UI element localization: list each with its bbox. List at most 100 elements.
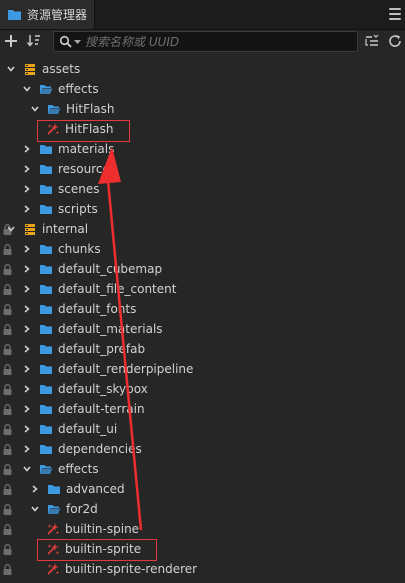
- effect-icon: [47, 523, 60, 535]
- tree-item-label: default_skybox: [58, 382, 148, 396]
- folder-icon: [8, 10, 21, 20]
- folder-icon: [40, 185, 52, 194]
- chevron-right-icon[interactable]: [23, 145, 31, 153]
- search-icon: [59, 35, 72, 48]
- tree-item-hitflash[interactable]: HitFlash: [0, 99, 405, 119]
- tree-item-advanced[interactable]: advanced: [0, 479, 405, 499]
- lock-icon: [3, 324, 12, 335]
- tree-item-label: scripts: [58, 202, 98, 216]
- chevron-down-icon[interactable]: [31, 105, 39, 113]
- tree-item-default-cubemap[interactable]: default_cubemap: [0, 259, 405, 279]
- chevron-down-icon[interactable]: [23, 85, 31, 93]
- search-input[interactable]: [81, 34, 345, 49]
- search-dropdown-icon[interactable]: [74, 39, 81, 45]
- chevron-right-icon[interactable]: [23, 325, 31, 333]
- tree-item-label: default_ui: [58, 422, 118, 436]
- tree-item-label: for2d: [66, 502, 98, 516]
- sort-icon[interactable]: [26, 33, 42, 49]
- folder-open-icon: [40, 85, 53, 94]
- tree-item-label: default-terrain: [58, 402, 145, 416]
- toolbar: [0, 30, 405, 52]
- tree-item-default-fonts[interactable]: default_fonts: [0, 299, 405, 319]
- chevron-right-icon[interactable]: [23, 245, 31, 253]
- lock-icon: [3, 464, 12, 475]
- folder-icon: [40, 305, 52, 314]
- tree-item-label: effects: [58, 462, 99, 476]
- chevron-right-icon[interactable]: [23, 385, 31, 393]
- add-icon[interactable]: [3, 33, 19, 49]
- tree-item-label: HitFlash: [66, 102, 115, 116]
- tree-item-scripts[interactable]: scripts: [0, 199, 405, 219]
- tree-item-effects[interactable]: effects: [0, 459, 405, 479]
- chevron-right-icon[interactable]: [23, 205, 31, 213]
- lock-icon: [3, 504, 12, 515]
- tree-item-materials[interactable]: materials: [0, 139, 405, 159]
- tree-item-label: builtin-sprite-renderer: [65, 562, 198, 576]
- folder-icon: [40, 145, 52, 154]
- chevron-down-icon[interactable]: [31, 505, 39, 513]
- lock-icon: [3, 284, 12, 295]
- tree-item-effects[interactable]: effects: [0, 79, 405, 99]
- tree-item-label: default_renderpipeline: [58, 362, 194, 376]
- tree-item-label: default_prefab: [58, 342, 146, 356]
- tree-item-label: assets: [42, 62, 81, 76]
- tree-item-scenes[interactable]: scenes: [0, 179, 405, 199]
- tree-item-label: default_file_content: [58, 282, 177, 296]
- tree-item-label: dependencies: [58, 442, 142, 456]
- chevron-down-icon[interactable]: [7, 65, 15, 73]
- refresh-icon[interactable]: [387, 33, 403, 49]
- tree-item-default-materials[interactable]: default_materials: [0, 319, 405, 339]
- folder-icon: [40, 165, 52, 174]
- chevron-right-icon[interactable]: [23, 185, 31, 193]
- tree-item-label: default_fonts: [58, 302, 137, 316]
- tree-item-assets[interactable]: assets: [0, 59, 405, 79]
- lock-icon: [3, 344, 12, 355]
- search-box: [53, 31, 358, 52]
- tree-item-dependencies[interactable]: dependencies: [0, 439, 405, 459]
- chevron-right-icon[interactable]: [23, 265, 31, 273]
- chevron-right-icon[interactable]: [23, 365, 31, 373]
- tree-item-default-ui[interactable]: default_ui: [0, 419, 405, 439]
- tree-item-default-file-content[interactable]: default_file_content: [0, 279, 405, 299]
- chevron-right-icon[interactable]: [23, 425, 31, 433]
- effect-icon: [47, 563, 60, 575]
- tree-item-default-terrain[interactable]: default-terrain: [0, 399, 405, 419]
- chevron-right-icon[interactable]: [23, 405, 31, 413]
- chevron-right-icon[interactable]: [31, 485, 39, 493]
- tree-item-label: materials: [58, 142, 115, 156]
- panel-menu-icon[interactable]: [389, 8, 401, 20]
- tree-item-default-renderpipeline[interactable]: default_renderpipeline: [0, 359, 405, 379]
- tree-item-label: chunks: [58, 242, 101, 256]
- folder-open-icon: [48, 105, 61, 114]
- lock-icon: [3, 364, 12, 375]
- tab-assets-manager[interactable]: 资源管理器: [0, 0, 95, 29]
- collapse-all-icon[interactable]: [364, 33, 380, 49]
- folder-icon: [40, 405, 52, 414]
- tree-item-label: default_materials: [58, 322, 163, 336]
- tree-item-chunks[interactable]: chunks: [0, 239, 405, 259]
- chevron-down-icon[interactable]: [7, 225, 15, 233]
- panel-title: 资源管理器: [27, 8, 88, 22]
- tree-item-resources[interactable]: resources: [0, 159, 405, 179]
- tree-item-internal[interactable]: internal: [0, 219, 405, 239]
- tree-item-for2d[interactable]: for2d: [0, 499, 405, 519]
- lock-icon: [3, 424, 12, 435]
- tree-item-label: scenes: [58, 182, 100, 196]
- tree-item-builtin-sprite-renderer[interactable]: builtin-sprite-renderer: [0, 559, 405, 579]
- chevron-right-icon[interactable]: [23, 445, 31, 453]
- chevron-right-icon[interactable]: [23, 165, 31, 173]
- folder-icon: [40, 265, 52, 274]
- folder-open-icon: [40, 465, 53, 474]
- tree-item-default-prefab[interactable]: default_prefab: [0, 339, 405, 359]
- folder-icon: [40, 445, 52, 454]
- chevron-down-icon[interactable]: [23, 465, 31, 473]
- chevron-right-icon[interactable]: [23, 305, 31, 313]
- chevron-right-icon[interactable]: [23, 285, 31, 293]
- tree-item-builtin-spine[interactable]: builtin-spine: [0, 519, 405, 539]
- lock-icon: [3, 544, 12, 555]
- tree-item-default-skybox[interactable]: default_skybox: [0, 379, 405, 399]
- folder-icon: [40, 425, 52, 434]
- chevron-right-icon[interactable]: [23, 345, 31, 353]
- folder-icon: [40, 285, 52, 294]
- tree-item-label: builtin-spine: [65, 522, 140, 536]
